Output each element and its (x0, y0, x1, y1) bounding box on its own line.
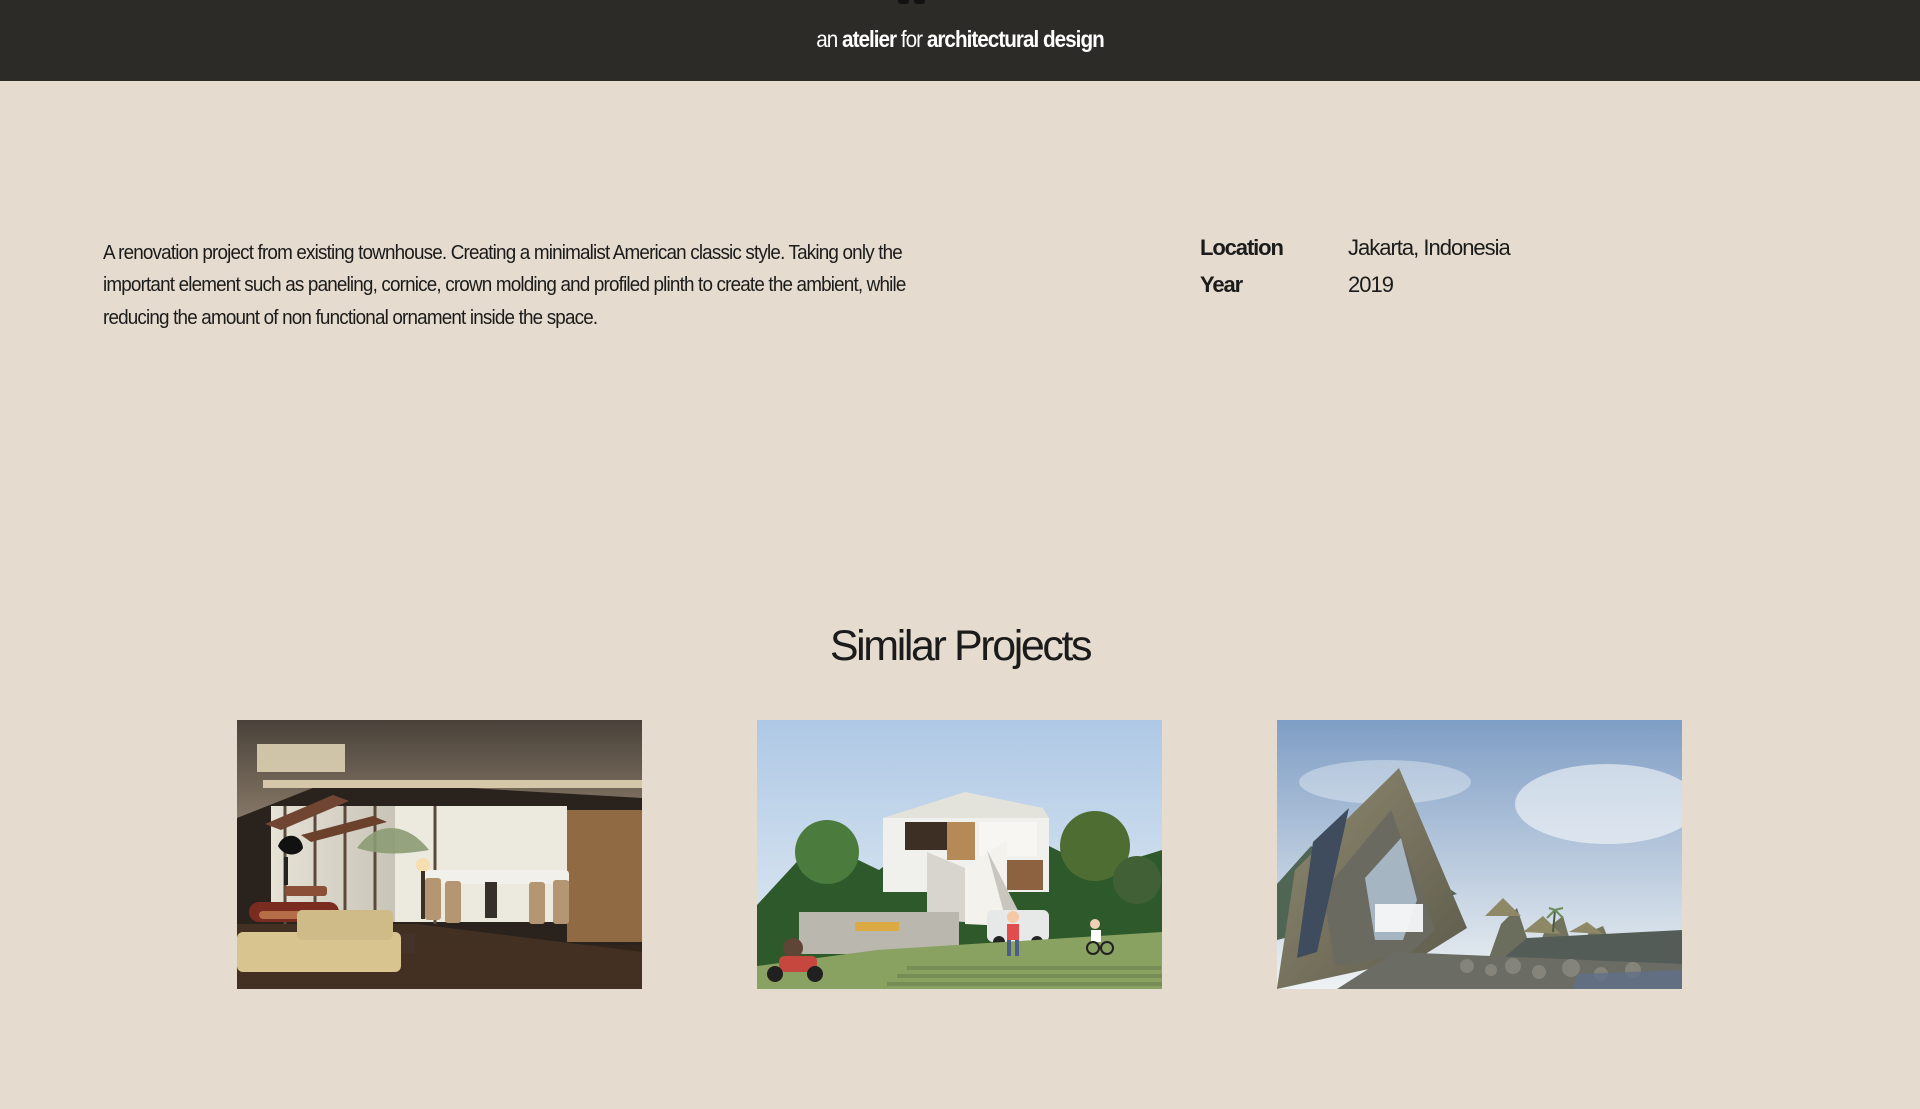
tagline-word-atelier: atelier (842, 26, 897, 52)
project-description: A renovation project from existing townh… (103, 240, 906, 329)
site-header: an atelier for architectural design (0, 0, 1920, 81)
project-details: Location Jakarta, Indonesia Year 2019 (1200, 229, 1511, 303)
location-value: Jakarta, Indonesia (1348, 235, 1511, 260)
logo-mark-right (914, 0, 925, 4)
location-row: Location Jakarta, Indonesia (1200, 229, 1511, 266)
similar-project-card-3[interactable] (1277, 720, 1682, 989)
modern-house-exterior-image (757, 720, 1162, 989)
year-label: Year (1200, 272, 1243, 297)
similar-projects-heading: Similar Projects (829, 621, 1093, 670)
logo-mark-left (898, 0, 909, 4)
brand-tagline: an atelier for architectural design (96, 24, 1824, 54)
similar-project-card-1[interactable] (237, 720, 642, 989)
tagline-word-for: for (900, 26, 923, 52)
year-value: 2019 (1348, 272, 1394, 297)
similar-project-card-2[interactable] (757, 720, 1162, 989)
tagline-architectural-design: architectural design (926, 26, 1105, 52)
brand-logo[interactable] (898, 0, 1028, 4)
thatched-a-frame-villas-image (1277, 720, 1682, 989)
tagline-word-an: an (816, 26, 838, 52)
year-row: Year 2019 (1200, 266, 1510, 303)
interior-living-dining-image (237, 720, 642, 989)
location-label: Location (1200, 235, 1284, 260)
